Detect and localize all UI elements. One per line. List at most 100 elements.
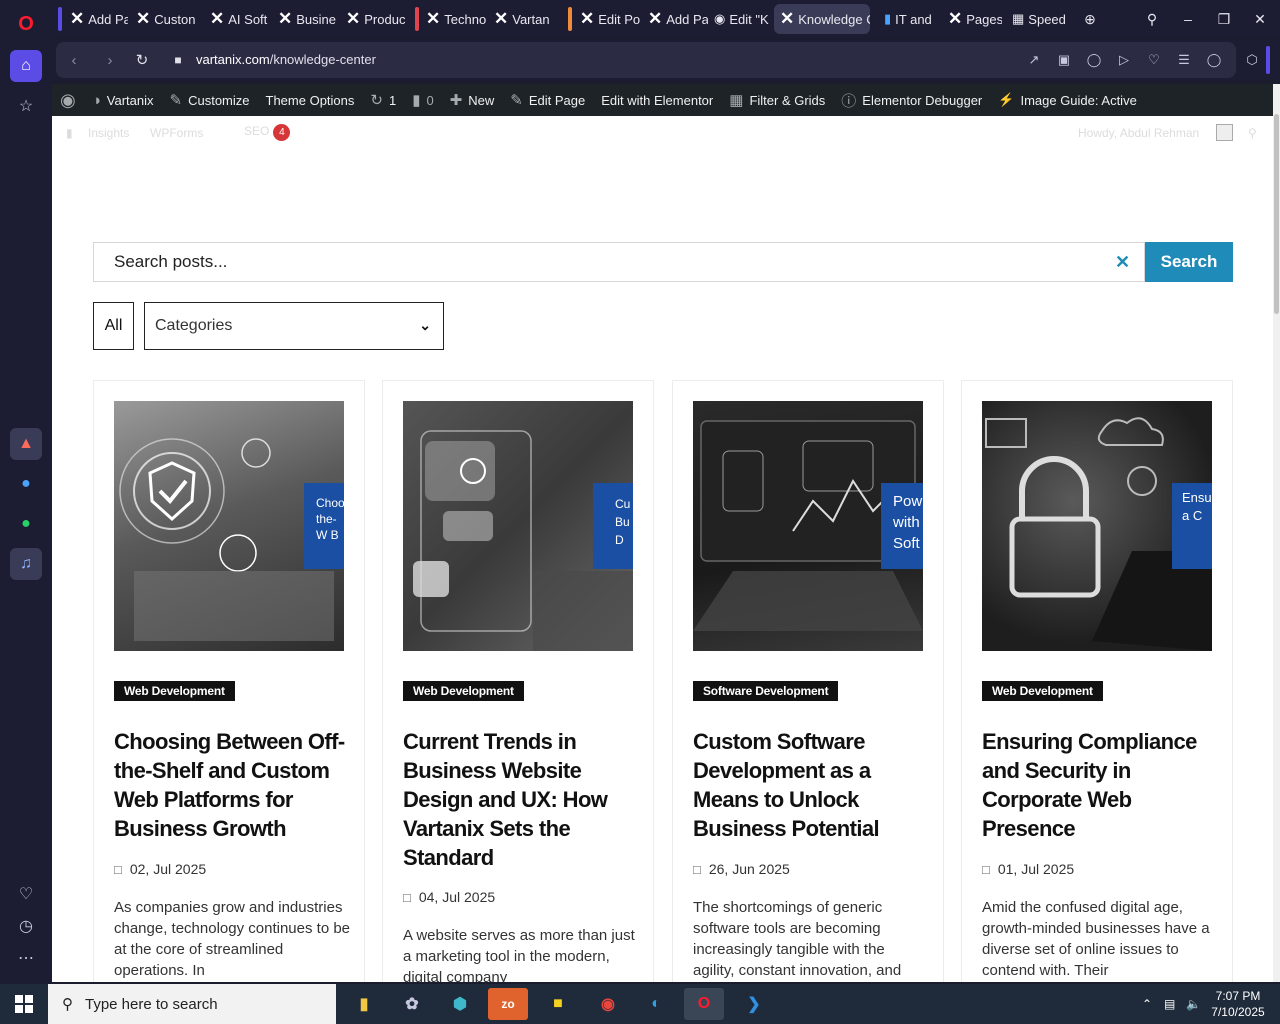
close-icon[interactable]: ✕: [1242, 0, 1278, 38]
tab[interactable]: ✕ Custon: [130, 4, 196, 34]
page-scrollbar[interactable]: [1273, 84, 1280, 982]
comments-link[interactable]: ▮ 0: [404, 84, 442, 116]
search-input[interactable]: [93, 242, 1145, 282]
tab-active[interactable]: ✕ Knowledge C: [774, 4, 870, 34]
tab[interactable]: ✕ Vartan: [488, 4, 554, 34]
lock-icon[interactable]: ■: [166, 48, 190, 72]
opera-icon[interactable]: O: [684, 988, 724, 1020]
history-icon[interactable]: ◷: [10, 910, 42, 942]
start-button[interactable]: [0, 984, 48, 1024]
elementor-debugger-link[interactable]: ⓘ Elementor Debugger: [833, 84, 990, 116]
tab[interactable]: ✕ Techno: [420, 4, 486, 34]
tab[interactable]: ✕ Busine: [272, 4, 338, 34]
post-title[interactable]: Ensuring Compliance and Security in Corp…: [982, 727, 1218, 843]
home-icon[interactable]: ⌂: [10, 50, 42, 82]
tab[interactable]: ✕ AI Soft: [204, 4, 270, 34]
post-card[interactable]: Ensu a C Web Development Ensuring Compli…: [961, 380, 1233, 982]
category-badge[interactable]: Software Development: [693, 681, 839, 701]
tab[interactable]: ✕ Edit Po: [574, 4, 640, 34]
share-icon[interactable]: ↗: [1024, 50, 1044, 70]
forward-icon[interactable]: ›: [98, 48, 122, 72]
image-guide-link[interactable]: ⚡ Image Guide: Active: [990, 84, 1145, 116]
back-icon[interactable]: ‹: [62, 48, 86, 72]
x-logo-icon: ✕: [494, 9, 509, 28]
menu-icon[interactable]: ☰: [1174, 50, 1194, 70]
heart-icon[interactable]: ♡: [10, 878, 42, 910]
howdy-link[interactable]: Howdy, Abdul Rehman: [1078, 126, 1199, 140]
more-icon[interactable]: ⋯: [10, 942, 42, 974]
post-card[interactable]: Cu Bu D Web Development Current Trends i…: [382, 380, 654, 982]
scroll-thumb[interactable]: [1274, 114, 1279, 314]
category-badge[interactable]: Web Development: [982, 681, 1103, 701]
customize-link[interactable]: ✎ Customize: [162, 84, 258, 116]
edit-page-link[interactable]: ✎ Edit Page: [502, 84, 593, 116]
chrome-icon[interactable]: ◉: [588, 988, 628, 1020]
sticky-notes-icon[interactable]: ■: [538, 988, 578, 1020]
theme-options-link[interactable]: Theme Options: [258, 84, 363, 116]
filter-grids-link[interactable]: ▦ Filter & Grids: [721, 84, 833, 116]
extensions-icon[interactable]: ⬡: [1242, 50, 1262, 70]
minimize-icon[interactable]: –: [1170, 0, 1206, 38]
category-badge[interactable]: Web Development: [114, 681, 235, 701]
filter-all-button[interactable]: All: [93, 302, 134, 350]
heart-icon[interactable]: ♡: [1144, 50, 1164, 70]
post-title[interactable]: Custom Software Development as a Means t…: [693, 727, 929, 843]
seo-link[interactable]: SEO 4: [244, 124, 291, 141]
post-image[interactable]: Ensu a C: [982, 401, 1212, 651]
updates-link[interactable]: ↻ 1: [362, 84, 404, 116]
tray-chevron-icon[interactable]: ⌃: [1142, 984, 1152, 1024]
taskbar-clock[interactable]: 7:07 PM 7/10/2025: [1206, 988, 1270, 1020]
clear-icon[interactable]: ✕: [1115, 252, 1130, 273]
avatar[interactable]: [1216, 124, 1233, 141]
send-icon[interactable]: ▷: [1114, 50, 1134, 70]
tab[interactable]: ✕ Add Pa: [642, 4, 708, 34]
edit-elementor-link[interactable]: Edit with Elementor: [593, 84, 721, 116]
post-card[interactable]: Choo the- W B Web Development Choosing B…: [93, 380, 365, 982]
aria-icon[interactable]: ▲: [10, 428, 42, 460]
tab[interactable]: ▮ IT and: [878, 4, 938, 34]
opera-logo-icon[interactable]: O: [10, 8, 42, 40]
restore-icon[interactable]: ❐: [1206, 0, 1242, 38]
new-tab-icon[interactable]: ⊕: [1072, 0, 1108, 38]
post-image[interactable]: Cu Bu D: [403, 401, 633, 651]
search-icon[interactable]: ⚲: [1134, 0, 1170, 38]
post-card[interactable]: Pow with Soft Software Development Custo…: [672, 380, 944, 982]
insights-link[interactable]: Insights: [88, 126, 129, 140]
app-icon[interactable]: ✿: [392, 988, 432, 1020]
reload-icon[interactable]: ↻: [130, 48, 154, 72]
vscode-icon[interactable]: ❯: [734, 988, 774, 1020]
search-button[interactable]: Search: [1145, 242, 1233, 282]
edge-icon[interactable]: ◐: [636, 988, 676, 1020]
whatsapp-icon[interactable]: ●: [10, 508, 42, 540]
categories-select[interactable]: Categories ⌄: [144, 302, 444, 350]
url-text[interactable]: vartanix.com/knowledge-center: [196, 52, 376, 67]
tab[interactable]: ◉ Edit "K: [708, 4, 774, 34]
tab[interactable]: ✕ Produc: [340, 4, 406, 34]
wpforms-link[interactable]: WPForms: [150, 126, 203, 140]
network-icon[interactable]: ▤: [1164, 984, 1175, 1024]
post-title[interactable]: Current Trends in Business Website Desig…: [403, 727, 639, 872]
app-icon[interactable]: ⬢: [440, 988, 480, 1020]
post-title[interactable]: Choosing Between Off-the-Shelf and Custo…: [114, 727, 350, 843]
messenger-icon[interactable]: ●: [10, 468, 42, 500]
shield-icon[interactable]: ◯: [1084, 50, 1104, 70]
new-link[interactable]: ✚ New: [442, 84, 503, 116]
post-image[interactable]: Pow with Soft: [693, 401, 923, 651]
address-field[interactable]: ‹ › ↻ ■ vartanix.com/knowledge-center ↗ …: [56, 42, 1236, 78]
search-icon[interactable]: ⚲: [1248, 126, 1257, 140]
camera-icon[interactable]: ▣: [1054, 50, 1074, 70]
music-icon[interactable]: ♫: [10, 548, 42, 580]
zoho-icon[interactable]: zo: [488, 988, 528, 1020]
wp-logo[interactable]: ◉: [52, 84, 84, 116]
taskbar-search[interactable]: ⚲ Type here to search: [48, 984, 336, 1024]
tab[interactable]: ▦ Speed: [1006, 4, 1072, 34]
site-name-link[interactable]: ◑ Vartanix: [84, 84, 162, 116]
profile-icon[interactable]: ◯: [1204, 50, 1224, 70]
file-explorer-icon[interactable]: ▮: [344, 988, 384, 1020]
category-badge[interactable]: Web Development: [403, 681, 524, 701]
post-image[interactable]: Choo the- W B: [114, 401, 344, 651]
tab[interactable]: ✕ Add Pa: [64, 4, 128, 34]
tab[interactable]: ✕ Pages: [942, 4, 1002, 34]
volume-icon[interactable]: 🔈: [1186, 984, 1201, 1024]
star-icon[interactable]: ☆: [10, 90, 42, 122]
